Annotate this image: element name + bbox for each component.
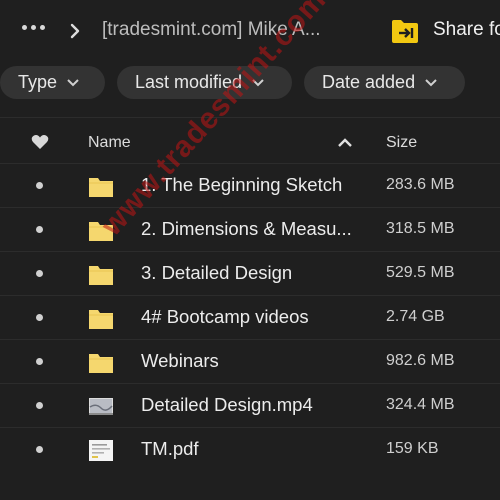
list-item[interactable]: Webinars 982.6 MB xyxy=(0,339,500,383)
pdf-thumbnail-icon xyxy=(89,440,113,461)
folder-icon xyxy=(89,266,113,285)
list-item[interactable]: 4# Bootcamp videos 2.74 GB xyxy=(0,295,500,339)
chevron-down-icon xyxy=(425,78,437,86)
status-dot xyxy=(36,182,43,189)
file-name: 3. Detailed Design xyxy=(141,262,293,283)
chevron-down-icon xyxy=(67,78,79,86)
file-size: 324.4 MB xyxy=(386,396,455,413)
name-column-header[interactable]: Name xyxy=(88,134,131,152)
file-size: 283.6 MB xyxy=(386,176,455,193)
divider xyxy=(0,117,500,118)
breadcrumb[interactable]: [tradesmint.com] Mike A... xyxy=(102,19,321,41)
file-name: Webinars xyxy=(141,350,219,371)
file-name: TM.pdf xyxy=(141,438,199,459)
folder-icon xyxy=(89,354,113,373)
filter-bar: Type Last modified Date added xyxy=(0,66,500,102)
folder-icon xyxy=(89,310,113,329)
file-size: 159 KB xyxy=(386,440,439,457)
file-size: 982.6 MB xyxy=(386,352,455,369)
share-folder-button[interactable]: Share fo xyxy=(433,19,500,41)
last-modified-filter-button[interactable]: Last modified xyxy=(117,66,292,99)
last-modified-filter-label: Last modified xyxy=(135,72,243,92)
date-added-filter-button[interactable]: Date added xyxy=(304,66,465,99)
chevron-right-icon xyxy=(70,23,80,39)
list-item[interactable]: 3. Detailed Design 529.5 MB xyxy=(0,251,500,295)
list-item[interactable]: 2. Dimensions & Measu... 318.5 MB xyxy=(0,207,500,251)
status-dot xyxy=(36,314,43,321)
video-thumbnail-icon xyxy=(89,398,113,415)
folder-icon xyxy=(89,222,113,241)
status-dot xyxy=(36,270,43,277)
date-added-filter-label: Date added xyxy=(322,72,416,92)
file-name: 1. The Beginning Sketch xyxy=(141,174,343,195)
type-filter-button[interactable]: Type xyxy=(0,66,105,99)
status-dot xyxy=(36,402,43,409)
chevron-down-icon xyxy=(252,78,264,86)
list-item[interactable]: 1. The Beginning Sketch 283.6 MB xyxy=(0,163,500,207)
folder-icon xyxy=(89,178,113,197)
heart-icon[interactable] xyxy=(31,134,49,150)
top-bar: [tradesmint.com] Mike A... Share fo xyxy=(0,0,500,62)
chevron-up-icon[interactable] xyxy=(338,138,352,147)
file-size: 2.74 GB xyxy=(386,308,445,325)
column-header: Name Size xyxy=(0,125,500,163)
size-column-header[interactable]: Size xyxy=(386,134,417,152)
file-size: 529.5 MB xyxy=(386,264,455,281)
file-name: 4# Bootcamp videos xyxy=(141,306,309,327)
file-name: 2. Dimensions & Measu... xyxy=(141,218,352,239)
file-name: Detailed Design.mp4 xyxy=(141,394,313,415)
status-dot xyxy=(36,446,43,453)
status-dot xyxy=(36,226,43,233)
list-item[interactable]: TM.pdf 159 KB xyxy=(0,427,500,471)
shared-folder-icon[interactable] xyxy=(391,18,419,44)
list-item[interactable]: Detailed Design.mp4 324.4 MB xyxy=(0,383,500,427)
file-size: 318.5 MB xyxy=(386,220,455,237)
status-dot xyxy=(36,358,43,365)
type-filter-label: Type xyxy=(18,72,58,92)
more-horizontal-icon[interactable] xyxy=(22,25,45,30)
